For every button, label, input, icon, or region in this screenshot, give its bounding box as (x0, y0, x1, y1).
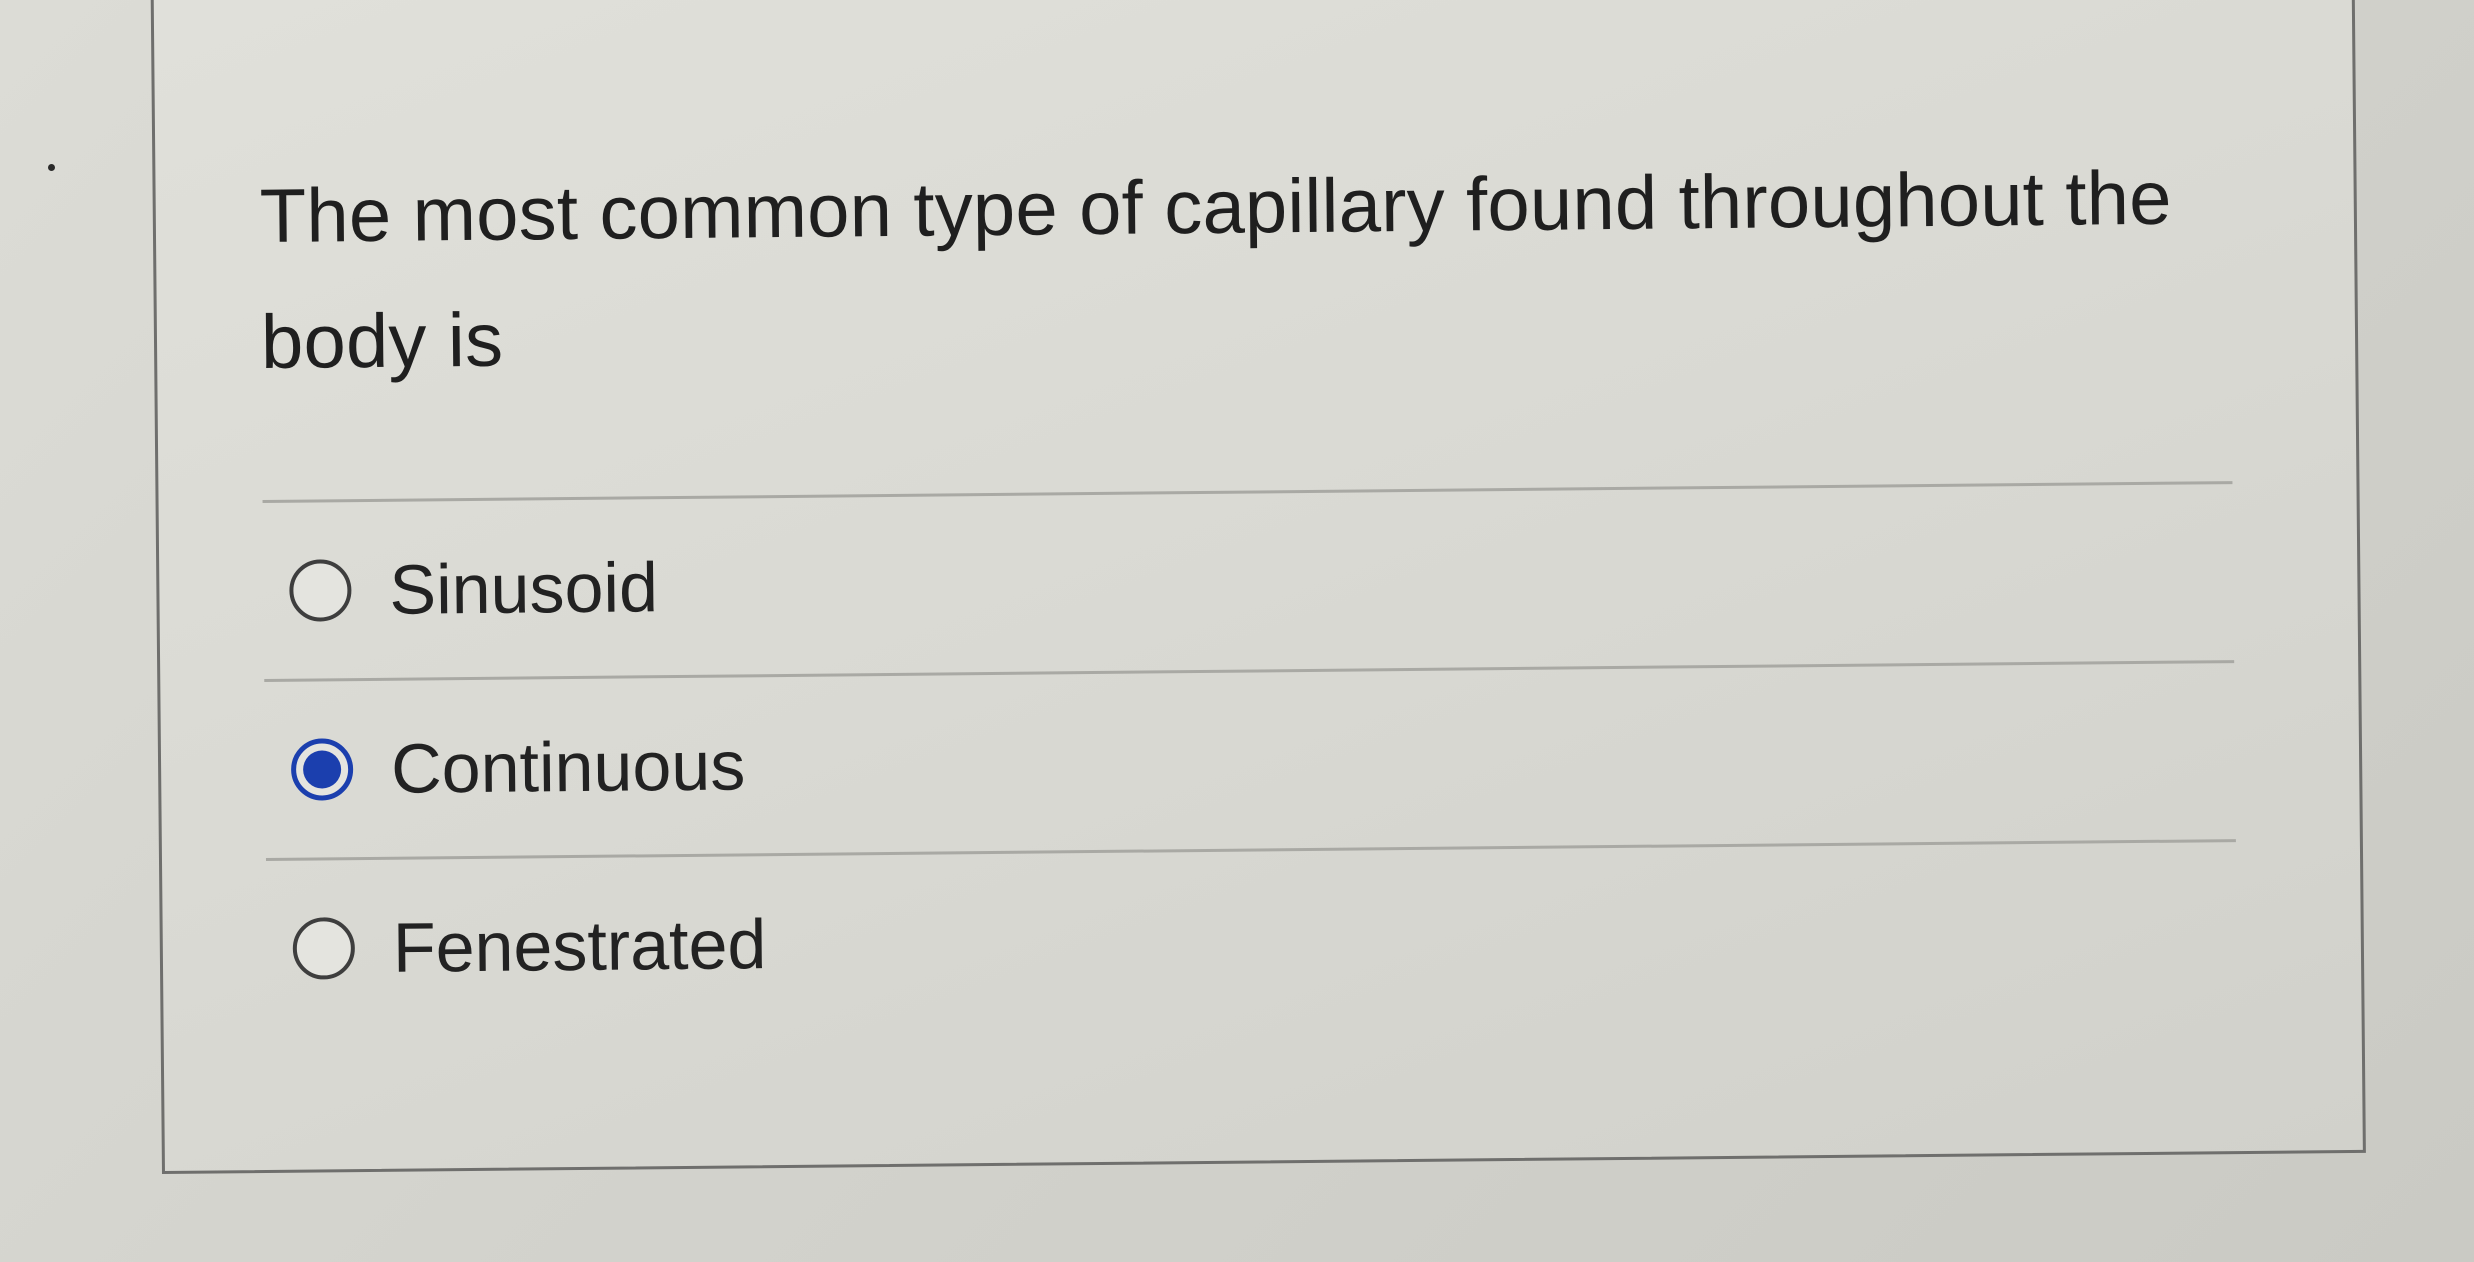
option-label: Continuous (390, 726, 746, 808)
stray-mark (48, 164, 55, 171)
radio-unchecked-icon[interactable] (292, 917, 356, 980)
option-sinusoid[interactable]: Sinusoid (263, 484, 2235, 679)
question-card: The most common type of capillary found … (150, 0, 2366, 1174)
radio-unchecked-icon[interactable] (289, 559, 352, 622)
question-text: The most common type of capillary found … (259, 155, 2172, 386)
option-continuous[interactable]: Continuous (264, 663, 2236, 858)
radio-dot (302, 750, 342, 789)
option-label: Fenestrated (392, 905, 767, 987)
radio-checked-icon[interactable] (290, 738, 354, 801)
answer-options: Sinusoid Continuous Fenestrated (262, 481, 2238, 1037)
option-fenestrated[interactable]: Fenestrated (266, 842, 2238, 1037)
option-label: Sinusoid (389, 548, 659, 629)
